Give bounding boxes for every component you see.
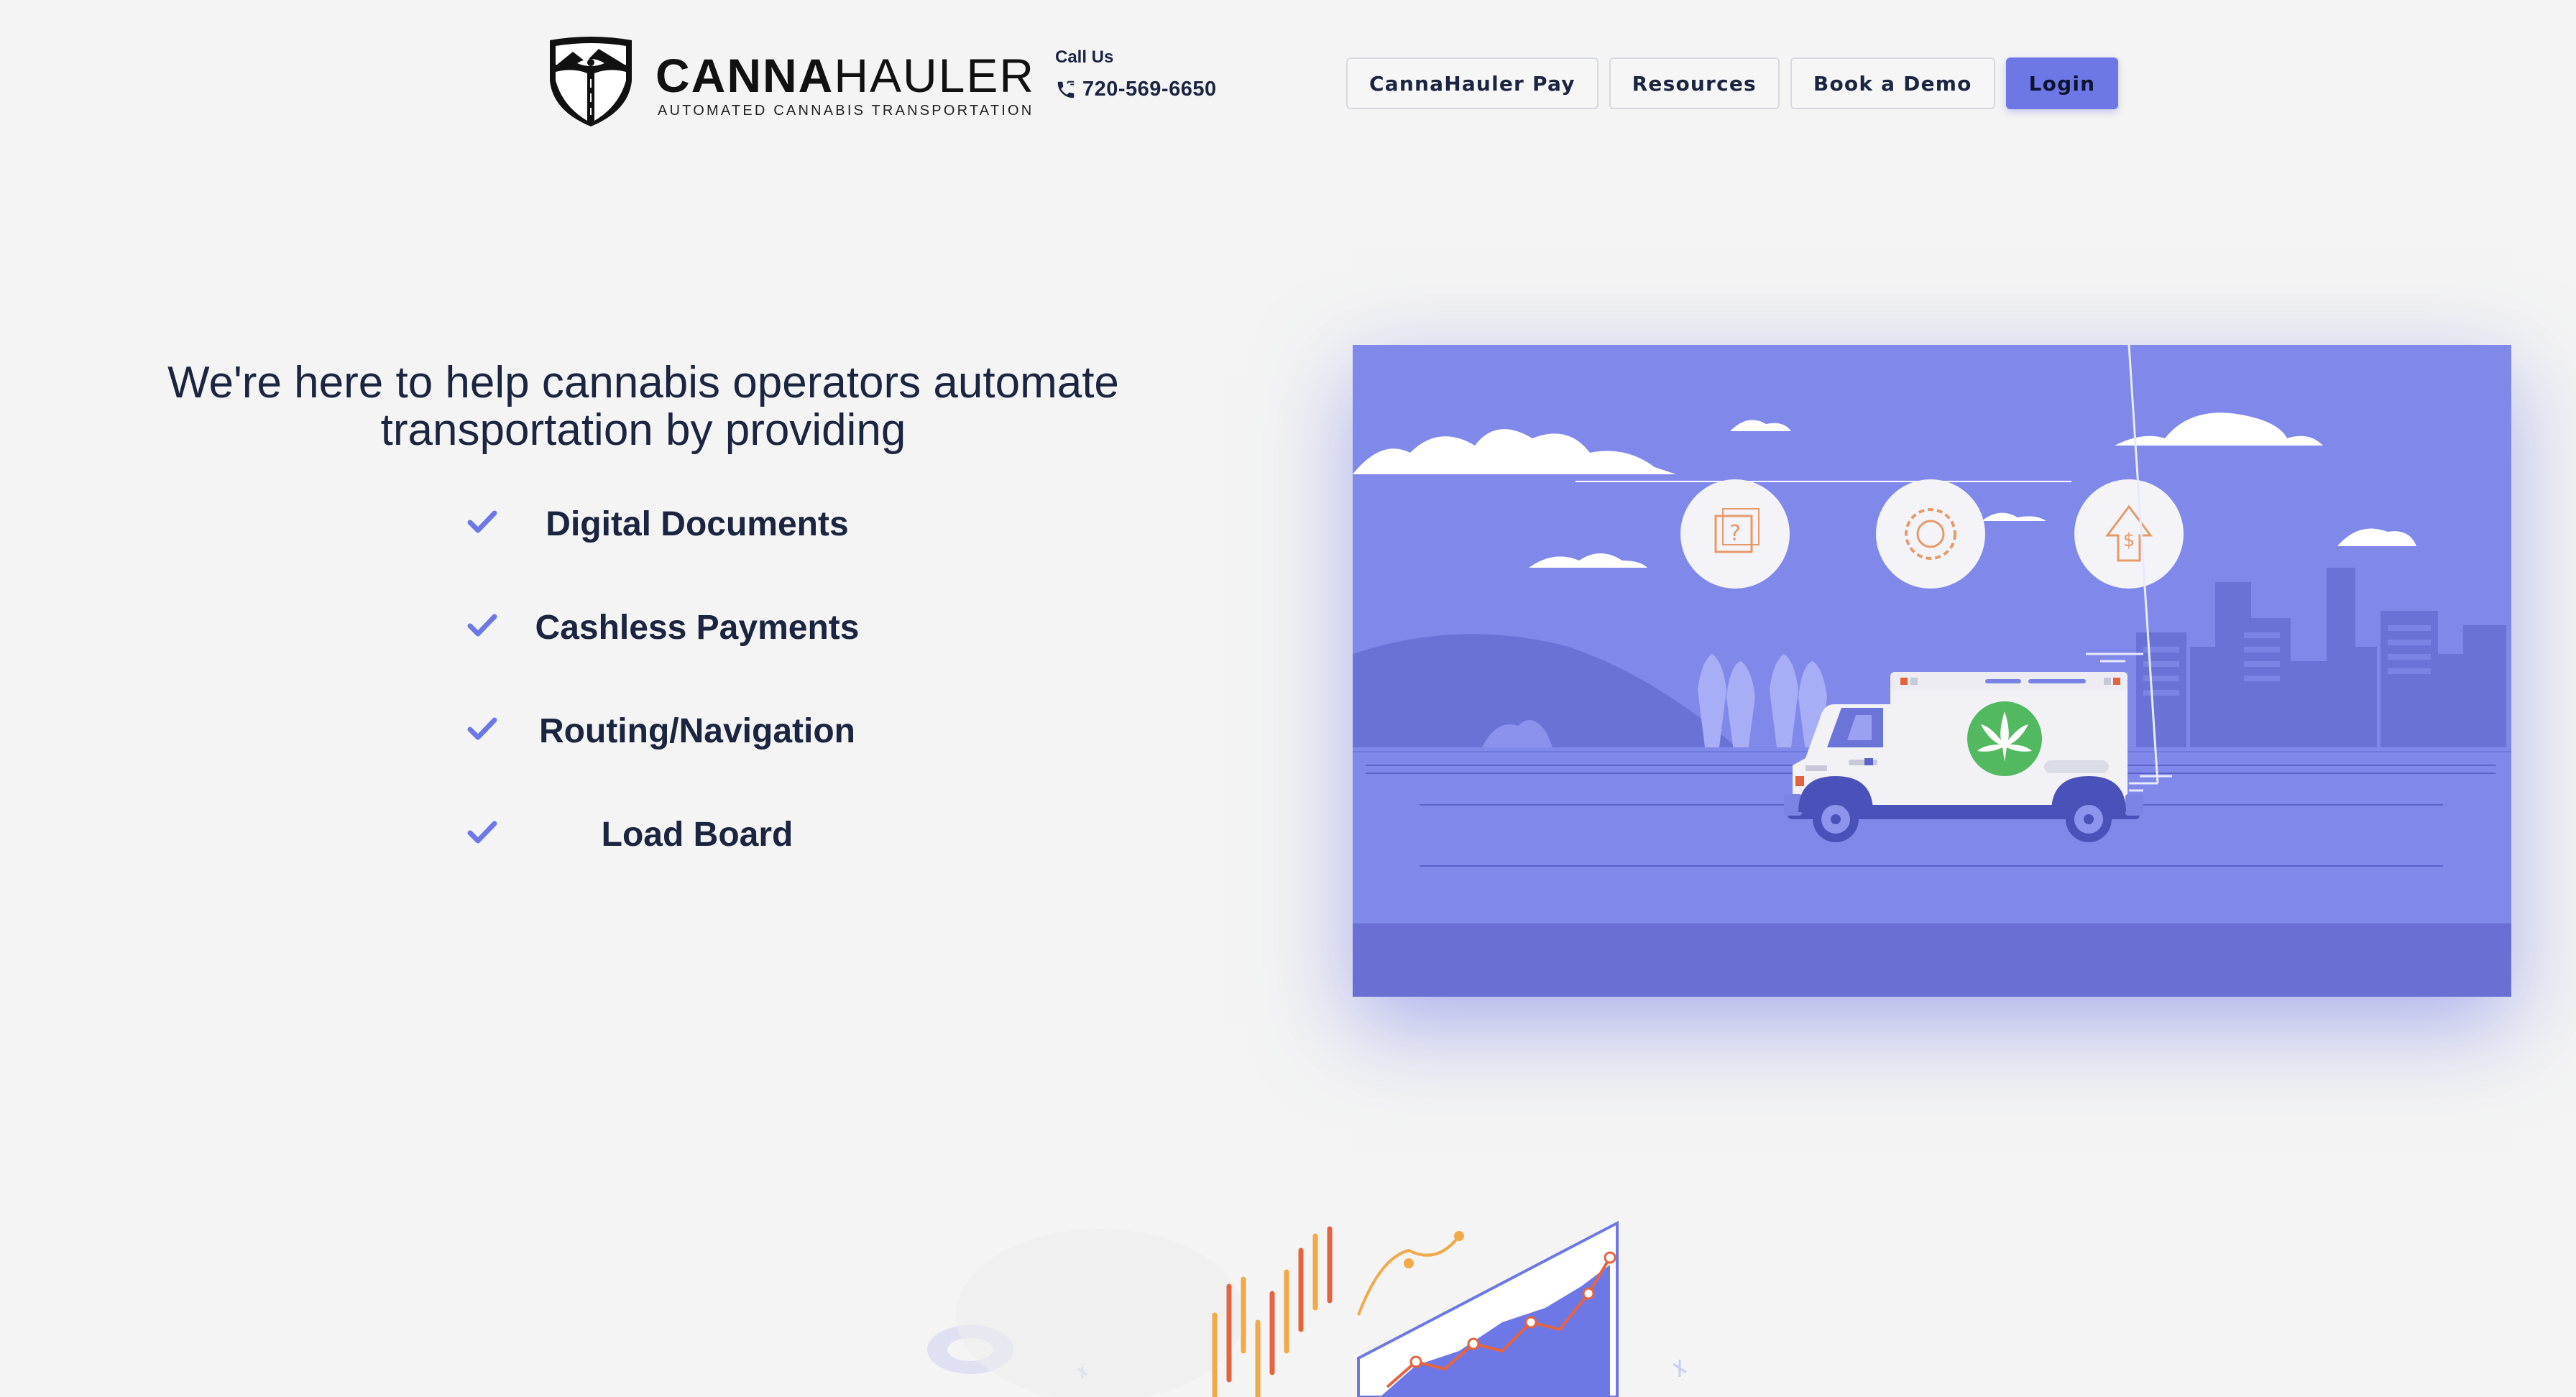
brand-logo[interactable]: CANNAHAULER AUTOMATED CANNABIS TRANSPORT… — [544, 36, 1034, 129]
svg-text:$: $ — [2123, 530, 2135, 551]
feature-item: Digital Documents — [460, 496, 884, 599]
feature-label: Digital Documents — [546, 505, 849, 543]
hero-heading-line-1: We're here to help cannabis operators au… — [167, 358, 1119, 407]
shield-road-mountains-icon — [550, 37, 632, 126]
brand-tagline: AUTOMATED CANNABIS TRANSPORTATION — [658, 103, 1034, 119]
check-icon — [467, 510, 497, 533]
hero-heading: We're here to help cannabis operators au… — [93, 359, 1193, 454]
hero-heading-line-2: transportation by providing — [380, 405, 906, 455]
feature-label: Load Board — [601, 816, 794, 854]
brand-wordmark: CANNAHAULER — [656, 49, 1036, 102]
feature-list: Digital Documents Cashless Payments Rout… — [460, 496, 884, 910]
feature-item: Cashless Payments — [460, 599, 884, 703]
call-us: Call Us 720-569-6650 — [1055, 47, 1217, 101]
feature-item: Routing/Navigation — [460, 703, 884, 806]
feature-label: Routing/Navigation — [539, 712, 855, 750]
truck-city-illustration: ? $ — [1353, 345, 2511, 997]
nav-resources-button[interactable]: Resources — [1609, 57, 1780, 109]
main-nav: CannaHauler Pay Resources Book a Demo Lo… — [1346, 57, 2119, 109]
check-icon — [467, 717, 497, 740]
svg-text:?: ? — [1729, 521, 1741, 546]
nav-book-demo-button[interactable]: Book a Demo — [1790, 57, 1995, 109]
check-icon — [467, 821, 497, 844]
phone-link[interactable]: 720-569-6650 — [1055, 78, 1217, 101]
analytics-illustration — [913, 1207, 1703, 1397]
feature-item: Load Board — [460, 806, 884, 910]
nav-cannahauler-pay-button[interactable]: CannaHauler Pay — [1346, 57, 1598, 109]
check-icon — [467, 614, 497, 637]
call-us-label: Call Us — [1055, 47, 1114, 67]
phone-icon — [1057, 80, 1075, 98]
login-button[interactable]: Login — [2005, 57, 2119, 109]
phone-number: 720-569-6650 — [1082, 78, 1217, 101]
feature-label: Cashless Payments — [535, 609, 860, 647]
